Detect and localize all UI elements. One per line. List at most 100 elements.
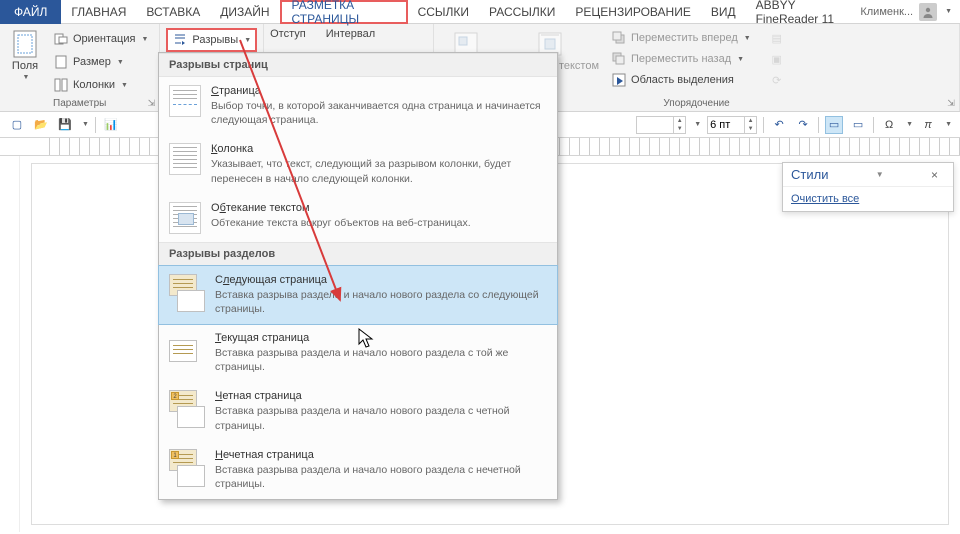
close-icon[interactable]: × (931, 168, 945, 182)
dialog-launcher-icon[interactable]: ⇲ (145, 97, 157, 109)
dd-item-title: Страница (211, 85, 547, 97)
breaks-label: Разрывы (192, 34, 238, 46)
chevron-down-icon[interactable]: ▼ (82, 121, 89, 128)
qat-redo-icon[interactable]: ↷ (794, 116, 812, 134)
dialog-launcher-icon[interactable]: ⇲ (945, 97, 957, 109)
tab-abbyy[interactable]: ABBYY FineReader 11 (746, 0, 861, 24)
group-icon: ▣ (769, 51, 785, 67)
align-button: ▤ (765, 28, 789, 48)
chevron-down-icon: ▼ (23, 74, 30, 81)
selection-pane-label: Область выделения (631, 74, 734, 86)
styles-pane-title: Стили (791, 167, 828, 182)
orientation-label: Ориентация (73, 33, 135, 45)
styles-pane: Стили ▼ × Очистить все (782, 162, 954, 212)
tab-mailings[interactable]: РАССЫЛКИ (479, 0, 565, 24)
dd-item-title: Обтекание текстом (211, 202, 547, 214)
send-backward-label: Переместить назад (631, 53, 731, 65)
breaks-icon (172, 32, 188, 48)
qat-view-2-icon[interactable]: ▭ (849, 116, 867, 134)
send-backward-button: Переместить назад▼ (607, 49, 755, 69)
dd-item-continuous[interactable]: Текущая страница Вставка разрыва раздела… (159, 324, 557, 382)
spacing-label: Интервал (326, 28, 375, 40)
size-button[interactable]: Размер▼ (48, 51, 153, 73)
font-size-spinner[interactable]: ▲▼ (707, 116, 757, 134)
breaks-dropdown: Разрывы страниц Страница Выбор точки, в … (158, 52, 558, 500)
qat-undo-icon[interactable]: ↶ (770, 116, 788, 134)
user-area[interactable]: Клименк... ▼ (860, 3, 960, 21)
qat-new-icon[interactable]: ▢ (8, 116, 26, 134)
tab-references[interactable]: ССЫЛКИ (408, 0, 479, 24)
chevron-down-icon[interactable]: ▼ (876, 170, 884, 179)
send-backward-icon (611, 51, 627, 67)
orientation-button[interactable]: Ориентация ▼ (48, 28, 153, 50)
margins-button[interactable]: Поля ▼ (6, 28, 44, 96)
vertical-ruler[interactable] (0, 156, 20, 532)
dd-item-title: Следующая страница (215, 274, 547, 286)
dd-item-title: Нечетная страница (215, 449, 547, 461)
selection-pane-button[interactable]: Область выделения (607, 70, 755, 90)
dd-item-title: Текущая страница (215, 332, 547, 344)
dd-item-desc: Выбор точки, в которой заканчивается одн… (211, 99, 547, 127)
group-button: ▣ (765, 49, 789, 69)
qat-open-icon[interactable]: 📂 (32, 116, 50, 134)
size-label: Размер (73, 56, 111, 68)
dd-item-desc: Вставка разрыва раздела и начало нового … (215, 346, 547, 374)
chevron-down-icon: ▼ (121, 82, 128, 89)
dd-item-title: Колонка (211, 143, 547, 155)
menubar: ФАЙЛ ГЛАВНАЯ ВСТАВКА ДИЗАЙН РАЗМЕТКА СТР… (0, 0, 960, 24)
clear-all-link[interactable]: Очистить все (791, 193, 859, 205)
rotate-button: ⟳ (765, 70, 789, 90)
margins-icon (11, 30, 39, 58)
dd-item-odd-page[interactable]: 1 Нечетная страница Вставка разрыва разд… (159, 441, 557, 499)
align-icon: ▤ (769, 30, 785, 46)
dd-item-desc: Вставка разрыва раздела и начало нового … (215, 288, 547, 316)
qat-save-icon[interactable]: 💾 (56, 116, 74, 134)
next-page-section-icon (169, 274, 205, 314)
tab-design[interactable]: ДИЗАЙН (210, 0, 279, 24)
dd-item-text-wrapping[interactable]: Обтекание текстом Обтекание текста вокру… (159, 194, 557, 242)
dd-item-desc: Вставка разрыва раздела и начало нового … (215, 463, 547, 491)
breaks-button[interactable]: Разрывы▼ (166, 28, 257, 52)
dd-item-page[interactable]: Страница Выбор точки, в которой заканчив… (159, 77, 557, 135)
tab-insert[interactable]: ВСТАВКА (136, 0, 210, 24)
file-tab[interactable]: ФАЙЛ (0, 0, 61, 24)
qat-omega-icon[interactable]: Ω (880, 116, 898, 134)
dd-item-desc: Обтекание текста вокруг объектов на веб-… (211, 216, 547, 230)
spinner-1[interactable]: ▲▼ (636, 116, 686, 134)
dd-section-section-breaks: Разрывы разделов (159, 242, 557, 266)
columns-button[interactable]: Колонки ▼ (48, 74, 153, 96)
dd-item-desc: Вставка разрыва раздела и начало нового … (215, 404, 547, 432)
columns-label: Колонки (73, 79, 115, 91)
qat-pi-icon[interactable]: π (919, 116, 937, 134)
tab-view[interactable]: ВИД (701, 0, 746, 24)
bring-forward-icon (611, 30, 627, 46)
qat-graph-icon[interactable]: 📊 (102, 116, 120, 134)
tab-review[interactable]: РЕЦЕНЗИРОВАНИЕ (565, 0, 700, 24)
bring-forward-button: Переместить вперед▼ (607, 28, 755, 48)
margins-label: Поля (12, 60, 38, 72)
dd-item-even-page[interactable]: 2 Четная страница Вставка разрыва раздел… (159, 382, 557, 440)
selection-pane-icon (611, 72, 627, 88)
dd-section-page-breaks: Разрывы страниц (159, 53, 557, 77)
tab-home[interactable]: ГЛАВНАЯ (61, 0, 136, 24)
column-break-icon (169, 143, 201, 175)
user-caret-icon: ▼ (945, 8, 952, 15)
rotate-icon: ⟳ (769, 72, 785, 88)
indent-label: Отступ (270, 28, 306, 40)
dd-item-desc: Указывает, что текст, следующий за разры… (211, 157, 547, 185)
tab-page-layout[interactable]: РАЗМЕТКА СТРАНИЦЫ (280, 0, 408, 24)
columns-icon (53, 77, 69, 93)
spinner-1-input[interactable] (637, 119, 673, 131)
size-icon (53, 54, 69, 70)
dd-item-column[interactable]: Колонка Указывает, что текст, следующий … (159, 135, 557, 193)
even-page-section-icon: 2 (169, 390, 205, 430)
qat-view-1-icon[interactable]: ▭ (825, 116, 843, 134)
ribbon-group-page-setup: Поля ▼ Ориентация▼ Размер▼ Колонки▼ Пара… (0, 24, 160, 111)
odd-page-section-icon: 1 (169, 449, 205, 489)
continuous-section-icon (169, 332, 205, 372)
font-size-input[interactable] (708, 119, 744, 131)
dd-item-title: Четная страница (215, 390, 547, 402)
chevron-down-icon: ▼ (141, 36, 148, 43)
bring-forward-label: Переместить вперед (631, 32, 738, 44)
dd-item-next-page[interactable]: Следующая страница Вставка разрыва разде… (158, 265, 558, 325)
